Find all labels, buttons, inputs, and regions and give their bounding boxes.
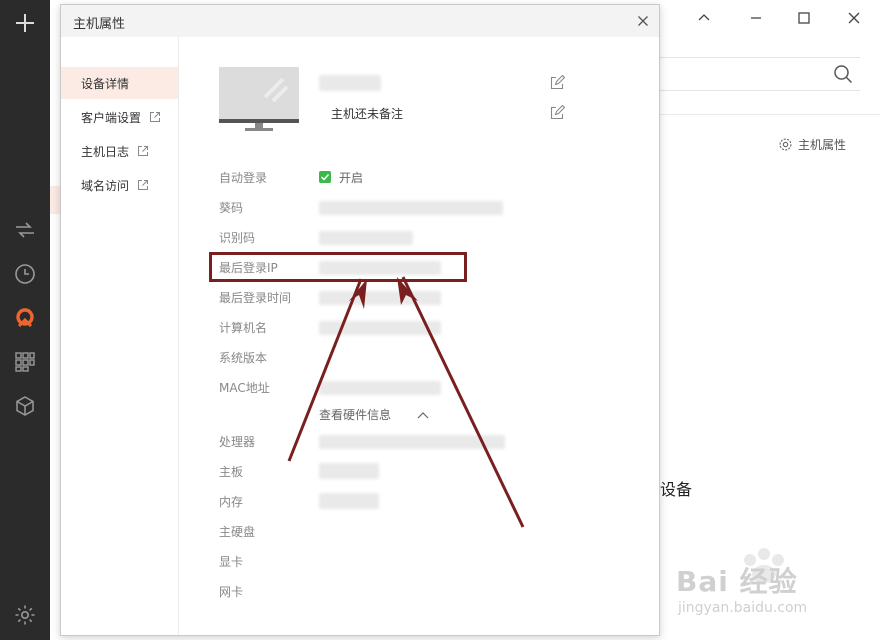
nav-item-client-settings[interactable]: 客户端设置 xyxy=(61,101,178,133)
nav-item-device-details[interactable]: 设备详情 xyxy=(61,67,178,99)
host-name-redacted xyxy=(319,75,381,91)
hardware-info-toggle[interactable]: 查看硬件信息 xyxy=(319,406,429,423)
external-link-icon xyxy=(138,146,149,156)
hw-label-main-disk: 主硬盘 xyxy=(219,525,256,539)
apps-icon[interactable] xyxy=(11,348,39,376)
watermark-text: Bai 经验 xyxy=(676,565,798,598)
external-link-icon xyxy=(150,112,161,122)
monitor-icon xyxy=(219,67,299,131)
minimize-icon[interactable] xyxy=(748,10,764,26)
plus-icon[interactable] xyxy=(11,9,39,37)
host-remark: 主机还未备注 xyxy=(331,107,404,121)
field-label-autologin: 自动登录 xyxy=(219,171,268,185)
nav-item-label: 客户端设置 xyxy=(81,110,142,125)
kui-code-redacted xyxy=(319,201,503,215)
id-code-redacted xyxy=(319,231,413,245)
field-label-os-version: 系统版本 xyxy=(219,351,268,365)
settings-icon[interactable] xyxy=(11,601,39,629)
mac-redacted xyxy=(319,381,441,395)
hw-label-motherboard: 主板 xyxy=(219,465,244,479)
host-properties-label: 主机属性 xyxy=(798,137,847,152)
hw-label-memory: 内存 xyxy=(219,495,244,509)
clock-icon[interactable] xyxy=(11,260,39,288)
field-label-computer-name: 计算机名 xyxy=(219,321,268,335)
brand-icon[interactable] xyxy=(11,304,39,332)
dialog-title: 主机属性 xyxy=(73,17,126,32)
field-label-last-login-time: 最后登录时间 xyxy=(219,291,292,305)
nav-item-domain-access[interactable]: 域名访问 xyxy=(61,169,178,201)
motherboard-redacted xyxy=(319,463,379,479)
computer-name-redacted xyxy=(319,321,441,335)
dialog-header: 主机属性 xyxy=(61,5,659,37)
chevron-up-icon[interactable] xyxy=(696,10,712,26)
hw-label-nic: 网卡 xyxy=(219,585,244,599)
gear-icon xyxy=(779,137,792,151)
host-properties-dialog: 主机属性 设备详情 客户端设置 主机日志 域名访问 主机还未备注 自动登录 开启… xyxy=(60,4,660,636)
check-icon xyxy=(320,173,330,181)
external-link-icon xyxy=(138,180,149,190)
field-label-kui-code: 葵码 xyxy=(219,201,244,215)
last-login-time-redacted xyxy=(319,291,441,305)
divider xyxy=(660,114,880,115)
hw-label-gpu: 显卡 xyxy=(219,555,244,569)
nav-item-label: 设备详情 xyxy=(81,76,130,91)
autologin-checkbox[interactable] xyxy=(319,171,331,183)
hardware-toggle-label: 查看硬件信息 xyxy=(319,408,392,422)
autologin-value: 开启 xyxy=(339,171,364,185)
nav-item-label: 主机日志 xyxy=(81,144,130,159)
transfer-icon[interactable] xyxy=(11,216,39,244)
device-text: 设备 xyxy=(660,480,693,499)
field-label-id-code: 识别码 xyxy=(219,231,256,245)
highlight-box xyxy=(209,252,467,282)
edit-icon[interactable] xyxy=(549,75,565,91)
maximize-icon[interactable] xyxy=(796,10,812,26)
search-icon[interactable] xyxy=(832,63,854,85)
close-icon[interactable] xyxy=(635,13,651,29)
nav-item-host-log[interactable]: 主机日志 xyxy=(61,135,178,167)
edit-icon[interactable] xyxy=(549,105,565,121)
bg-selected-row xyxy=(50,186,60,214)
memory-redacted xyxy=(319,493,379,509)
left-rail xyxy=(0,0,50,640)
host-properties-link[interactable]: 主机属性 xyxy=(778,134,846,154)
close-icon[interactable] xyxy=(846,10,862,26)
dialog-nav: 设备详情 客户端设置 主机日志 域名访问 xyxy=(61,37,179,635)
field-label-mac: MAC地址 xyxy=(219,381,270,395)
watermark-url: jingyan.baidu.com xyxy=(678,600,808,616)
cube-icon[interactable] xyxy=(11,392,39,420)
chevron-up-icon xyxy=(417,411,429,418)
nav-item-label: 域名访问 xyxy=(81,178,130,193)
hw-label-cpu: 处理器 xyxy=(219,435,256,449)
cpu-redacted xyxy=(319,435,505,449)
